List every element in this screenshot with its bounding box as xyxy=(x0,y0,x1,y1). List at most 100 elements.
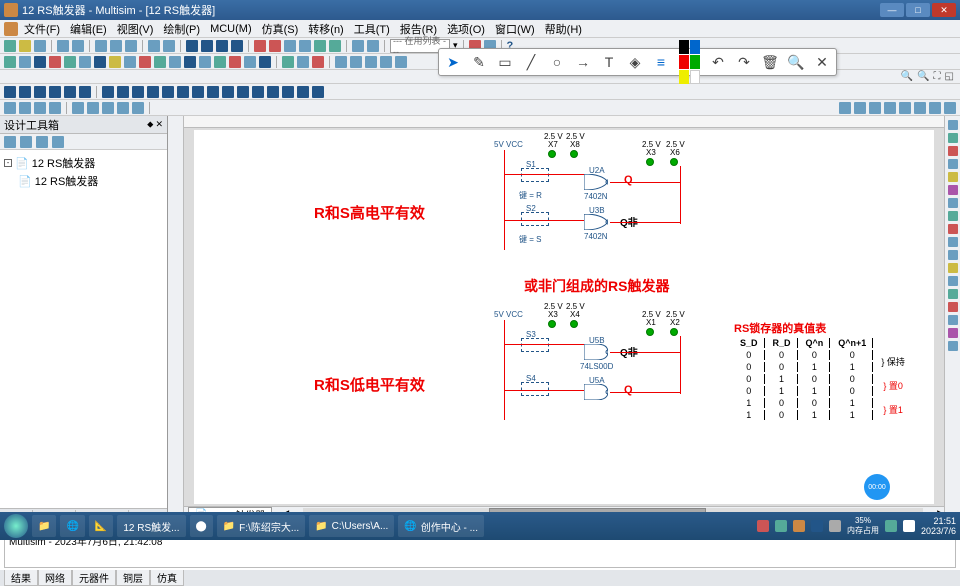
text-icon[interactable]: T xyxy=(601,54,617,70)
tray-clock[interactable]: 21:512023/7/6 xyxy=(921,516,956,536)
menu-trans[interactable]: 转移(n) xyxy=(304,21,347,37)
tray-i5[interactable] xyxy=(829,520,841,532)
tb-c[interactable] xyxy=(216,40,228,52)
ib6[interactable] xyxy=(948,185,958,195)
i20[interactable] xyxy=(297,86,309,98)
btab-results[interactable]: 结果 xyxy=(4,570,38,586)
ib13[interactable] xyxy=(948,276,958,286)
c11[interactable] xyxy=(154,56,166,68)
i18[interactable] xyxy=(267,86,279,98)
pointer-icon[interactable]: ➤ xyxy=(445,54,461,70)
search-icon[interactable]: 🔍 xyxy=(788,54,804,70)
swatch-blue[interactable] xyxy=(690,40,700,54)
tb-k[interactable] xyxy=(352,40,364,52)
i15[interactable] xyxy=(222,86,234,98)
d16[interactable] xyxy=(929,102,941,114)
run-icon[interactable] xyxy=(282,56,294,68)
d7[interactable] xyxy=(102,102,114,114)
s3[interactable] xyxy=(365,56,377,68)
swatch-green[interactable] xyxy=(690,55,700,69)
task-multisim[interactable]: 📐 xyxy=(89,515,113,537)
menu-draw[interactable]: 绘制(P) xyxy=(159,21,204,37)
tb-e[interactable] xyxy=(254,40,266,52)
tray-memory[interactable]: 35%内存占用 xyxy=(847,516,879,536)
swatch-yellow[interactable] xyxy=(679,70,689,84)
tray-vol[interactable] xyxy=(903,520,915,532)
ib9[interactable] xyxy=(948,224,958,234)
swatch-black[interactable] xyxy=(679,40,689,54)
close2-icon[interactable]: ✕ xyxy=(814,54,830,70)
s2[interactable] xyxy=(350,56,362,68)
task-4[interactable]: 🌐创作中心 - ... xyxy=(398,515,484,537)
toolbox-close-icon[interactable]: ✕ xyxy=(155,119,163,130)
tb-a[interactable] xyxy=(186,40,198,52)
timer-badge[interactable]: 00:00 xyxy=(864,474,890,500)
zoom-fit-icon[interactable]: ⛶ xyxy=(934,71,941,82)
maximize-button[interactable]: □ xyxy=(906,3,930,17)
s4[interactable] xyxy=(380,56,392,68)
menu-help[interactable]: 帮助(H) xyxy=(541,21,586,37)
c10[interactable] xyxy=(139,56,151,68)
s1[interactable] xyxy=(335,56,347,68)
tb-i[interactable] xyxy=(314,40,326,52)
i6[interactable] xyxy=(79,86,91,98)
switch-s2[interactable] xyxy=(521,212,549,226)
ib12[interactable] xyxy=(948,263,958,273)
design-tree[interactable]: -📄12 RS触发器 📄12 RS触发器 xyxy=(0,150,167,508)
gate-u3b[interactable] xyxy=(584,214,608,230)
start-button[interactable] xyxy=(4,514,28,538)
ib5[interactable] xyxy=(948,172,958,182)
tb-l[interactable] xyxy=(367,40,379,52)
system-tray[interactable]: 35%内存占用 21:512023/7/6 xyxy=(757,516,956,536)
task-2[interactable]: 📁F:\陈绍宗大... xyxy=(217,515,305,537)
stop-icon[interactable] xyxy=(312,56,324,68)
d11[interactable] xyxy=(854,102,866,114)
menu-file[interactable]: 文件(F) xyxy=(20,21,64,37)
arrow-icon[interactable]: → xyxy=(575,54,591,70)
switch-s4[interactable] xyxy=(521,382,549,396)
gate-u5b[interactable] xyxy=(584,344,608,360)
c18[interactable] xyxy=(259,56,271,68)
redo-icon[interactable] xyxy=(163,40,175,52)
ib3[interactable] xyxy=(948,146,958,156)
switch-s3[interactable] xyxy=(521,338,549,352)
undo-icon[interactable] xyxy=(148,40,160,52)
tray-i4[interactable] xyxy=(811,520,823,532)
d17[interactable] xyxy=(944,102,956,114)
ib4[interactable] xyxy=(948,159,958,169)
task-explorer[interactable]: 📁 xyxy=(32,515,56,537)
menu-mcu[interactable]: MCU(M) xyxy=(206,23,256,35)
ib16[interactable] xyxy=(948,315,958,325)
tray-i1[interactable] xyxy=(757,520,769,532)
menu-sim[interactable]: 仿真(S) xyxy=(258,21,303,37)
i16[interactable] xyxy=(237,86,249,98)
swatch-red[interactable] xyxy=(679,55,689,69)
tb-h[interactable] xyxy=(299,40,311,52)
menu-view[interactable]: 视图(V) xyxy=(113,21,158,37)
i2[interactable] xyxy=(19,86,31,98)
d3[interactable] xyxy=(34,102,46,114)
copy-icon[interactable] xyxy=(110,40,122,52)
save-icon[interactable] xyxy=(34,40,46,52)
close-button[interactable]: ✕ xyxy=(932,3,956,17)
task-chrome[interactable]: 🌐 xyxy=(60,515,84,537)
i8[interactable] xyxy=(117,86,129,98)
tbx-a[interactable] xyxy=(4,136,16,148)
c3[interactable] xyxy=(34,56,46,68)
tb-b[interactable] xyxy=(201,40,213,52)
pen-icon[interactable]: ✎ xyxy=(471,54,487,70)
d12[interactable] xyxy=(869,102,881,114)
d4[interactable] xyxy=(49,102,61,114)
d2[interactable] xyxy=(19,102,31,114)
i5[interactable] xyxy=(64,86,76,98)
ib14[interactable] xyxy=(948,289,958,299)
tbx-b[interactable] xyxy=(20,136,32,148)
swatch-white[interactable] xyxy=(690,70,700,84)
ib10[interactable] xyxy=(948,237,958,247)
task-3[interactable]: 📁C:\Users\A... xyxy=(309,515,394,537)
task-1[interactable]: 12 RS触发... xyxy=(117,515,185,537)
circle-icon[interactable]: ○ xyxy=(549,54,565,70)
c2[interactable] xyxy=(19,56,31,68)
i11[interactable] xyxy=(162,86,174,98)
switch-s1[interactable] xyxy=(521,168,549,182)
